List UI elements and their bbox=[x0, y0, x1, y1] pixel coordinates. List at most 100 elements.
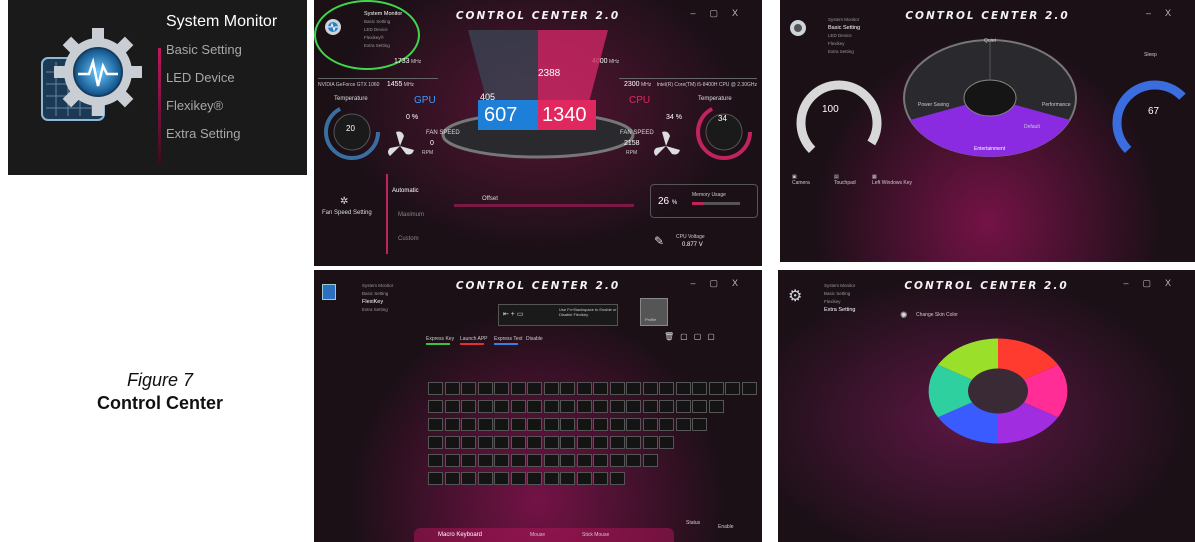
keyboard-key[interactable] bbox=[494, 382, 509, 395]
keyboard-key[interactable] bbox=[477, 418, 493, 431]
mini-menu-system-monitor[interactable]: System Monitor bbox=[824, 282, 856, 290]
keyboard-key[interactable] bbox=[494, 472, 509, 485]
keyboard-key[interactable] bbox=[527, 472, 542, 485]
restore-button[interactable]: ▢ bbox=[1142, 278, 1165, 288]
keyboard-key[interactable] bbox=[626, 400, 641, 413]
fan-setting-icon[interactable]: ✲ bbox=[340, 196, 348, 207]
close-button[interactable]: X bbox=[1165, 278, 1185, 288]
keyboard-key[interactable] bbox=[609, 382, 625, 395]
mini-menu-flexikey[interactable]: Flexikey bbox=[828, 40, 860, 48]
keyboard-key[interactable] bbox=[593, 472, 608, 485]
keyboard-key[interactable] bbox=[461, 436, 476, 449]
keyboard-key[interactable] bbox=[593, 382, 608, 395]
keyboard-key[interactable] bbox=[593, 418, 608, 431]
keyboard-key[interactable] bbox=[510, 472, 526, 485]
tab-express-key[interactable]: Express Key bbox=[426, 336, 454, 342]
keyboard-key[interactable] bbox=[609, 436, 625, 449]
keyboard-key[interactable] bbox=[609, 400, 625, 413]
tab-stick-mouse[interactable]: Stick Mouse bbox=[582, 532, 609, 538]
mode-quiet[interactable]: Quiet bbox=[984, 38, 996, 44]
keyboard-key[interactable] bbox=[444, 436, 460, 449]
keyboard-key[interactable] bbox=[444, 400, 460, 413]
keyboard-key[interactable] bbox=[510, 436, 526, 449]
keyboard-key[interactable] bbox=[659, 382, 674, 395]
keyboard-key[interactable] bbox=[609, 454, 625, 467]
keyboard-key[interactable] bbox=[428, 382, 443, 395]
minimize-button[interactable]: – bbox=[1146, 8, 1165, 18]
menu-item-system-monitor[interactable]: System Monitor bbox=[166, 8, 306, 36]
keyboard-key[interactable] bbox=[428, 436, 443, 449]
keyboard-key[interactable] bbox=[477, 400, 493, 413]
mini-menu-basic-setting[interactable]: Basic Setting bbox=[824, 290, 856, 298]
touchpad-toggle[interactable]: ▤ Touchpad bbox=[834, 174, 856, 186]
keyboard-key[interactable] bbox=[543, 400, 559, 413]
keyboard-key[interactable] bbox=[692, 400, 707, 413]
app-gear-icon[interactable]: ⚙ bbox=[788, 286, 802, 306]
keyboard-key[interactable] bbox=[560, 454, 575, 467]
keyboard-key[interactable] bbox=[510, 418, 526, 431]
system-monitor-icon[interactable] bbox=[36, 28, 146, 138]
keyboard-key[interactable] bbox=[543, 436, 559, 449]
keyboard-key[interactable] bbox=[659, 400, 674, 413]
keyboard-key[interactable] bbox=[428, 418, 443, 431]
keyboard-key[interactable] bbox=[543, 472, 559, 485]
brightness-gauge[interactable] bbox=[794, 78, 884, 168]
keyboard-key[interactable] bbox=[461, 418, 476, 431]
close-button[interactable]: X bbox=[1165, 8, 1185, 18]
keyboard-key[interactable] bbox=[494, 418, 509, 431]
keyboard-key[interactable] bbox=[543, 454, 559, 467]
keyboard-key[interactable] bbox=[675, 400, 691, 413]
change-skin-color-label[interactable]: Change Skin Color bbox=[916, 312, 958, 318]
mini-menu-system-monitor[interactable]: System Monitor bbox=[828, 16, 860, 24]
keyboard-key[interactable] bbox=[444, 418, 460, 431]
mini-menu-system-monitor[interactable]: System Monitor bbox=[362, 282, 393, 290]
keyboard-key[interactable] bbox=[675, 382, 691, 395]
offset-slider[interactable] bbox=[454, 204, 634, 207]
mode-performance[interactable]: Performance bbox=[1042, 102, 1071, 108]
keyboard-key[interactable] bbox=[642, 382, 658, 395]
mini-menu-extra-setting[interactable]: Extra Setting bbox=[828, 48, 860, 56]
keyboard-key[interactable] bbox=[527, 418, 542, 431]
keyboard-key[interactable] bbox=[494, 436, 509, 449]
fan-mode-maximum[interactable]: Maximum bbox=[398, 212, 424, 218]
keyboard-key[interactable] bbox=[560, 418, 575, 431]
keyboard-key[interactable] bbox=[543, 382, 559, 395]
keyboard-key[interactable] bbox=[494, 454, 509, 467]
keyboard-key[interactable] bbox=[477, 436, 493, 449]
menu-item-basic-setting[interactable]: Basic Setting bbox=[166, 36, 306, 64]
keyboard-key[interactable] bbox=[626, 436, 641, 449]
keyboard-key[interactable] bbox=[593, 436, 608, 449]
keyboard-key[interactable] bbox=[593, 400, 608, 413]
mini-menu-basic-setting[interactable]: Basic Setting bbox=[828, 24, 860, 32]
keyboard-key[interactable] bbox=[428, 472, 443, 485]
keyboard-key[interactable] bbox=[741, 382, 757, 395]
keyboard-key[interactable] bbox=[692, 382, 707, 395]
close-button[interactable]: X bbox=[732, 8, 752, 18]
keyboard-key[interactable] bbox=[576, 436, 592, 449]
tab-express-text[interactable]: Express Text bbox=[494, 336, 523, 342]
menu-item-led-device[interactable]: LED Device bbox=[166, 64, 306, 92]
keyboard-key[interactable] bbox=[675, 418, 691, 431]
keyboard-key[interactable] bbox=[461, 400, 476, 413]
keyboard-key[interactable] bbox=[461, 382, 476, 395]
keyboard-key[interactable] bbox=[576, 472, 592, 485]
keyboard-key[interactable] bbox=[560, 436, 575, 449]
minimize-button[interactable]: – bbox=[1123, 278, 1142, 288]
keyboard-key[interactable] bbox=[626, 454, 641, 467]
keyboard-key[interactable] bbox=[626, 382, 641, 395]
keyboard-key[interactable] bbox=[642, 454, 658, 467]
keyboard-key[interactable] bbox=[560, 472, 575, 485]
menu-item-flexikey[interactable]: Flexikey® bbox=[166, 92, 306, 120]
keyboard-key[interactable] bbox=[543, 418, 559, 431]
keyboard-key[interactable] bbox=[461, 454, 476, 467]
volume-gauge[interactable] bbox=[1110, 78, 1190, 168]
mini-menu-basic-setting[interactable]: Basic Setting bbox=[362, 290, 393, 298]
keyboard-key[interactable] bbox=[461, 472, 476, 485]
restore-button[interactable]: ▢ bbox=[709, 8, 732, 18]
keyboard-key[interactable] bbox=[609, 472, 625, 485]
keyboard-key[interactable] bbox=[428, 400, 443, 413]
keyboard-key[interactable] bbox=[659, 418, 674, 431]
keyboard-key[interactable] bbox=[576, 400, 592, 413]
keyboard-key[interactable] bbox=[477, 454, 493, 467]
minimize-button[interactable]: – bbox=[690, 278, 709, 288]
